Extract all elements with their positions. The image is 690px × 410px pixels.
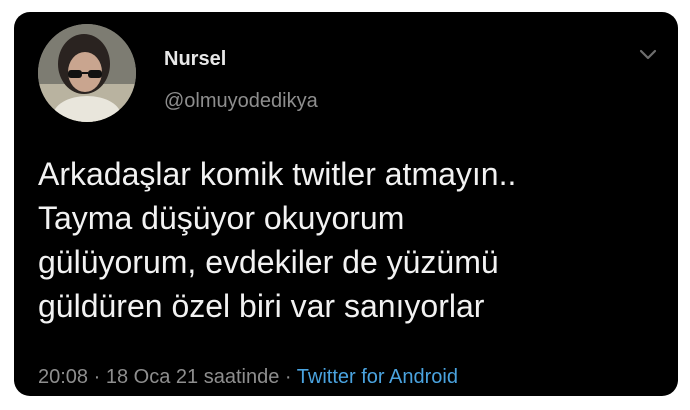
- tweet-date[interactable]: 18 Oca 21 saatinde: [106, 366, 279, 388]
- tweet-time[interactable]: 20:08: [38, 366, 88, 388]
- chevron-down-icon[interactable]: [636, 42, 660, 66]
- tweet-card: Nursel @olmuyodedikya Arkadaşlar komik t…: [14, 12, 678, 396]
- meta-separator: ·: [284, 366, 292, 388]
- user-handle[interactable]: @olmuyodedikya: [164, 90, 318, 113]
- tweet-source-link[interactable]: Twitter for Android: [297, 366, 458, 388]
- tweet-line: Arkadaşlar komik twitler atmayın..: [38, 156, 517, 192]
- meta-separator: ·: [93, 366, 101, 388]
- avatar[interactable]: [38, 24, 136, 122]
- tweet-line: güldüren özel biri var sanıyorlar: [38, 288, 485, 324]
- display-name[interactable]: Nursel: [164, 48, 226, 71]
- tweet-line: gülüyorum, evdekiler de yüzümü: [38, 244, 499, 280]
- tweet-meta: 20:08 · 18 Oca 21 saatinde · Twitter for…: [38, 366, 458, 389]
- tweet-text: Arkadaşlar komik twitler atmayın.. Tayma…: [38, 152, 658, 328]
- tweet-line: Tayma düşüyor okuyorum: [38, 200, 405, 236]
